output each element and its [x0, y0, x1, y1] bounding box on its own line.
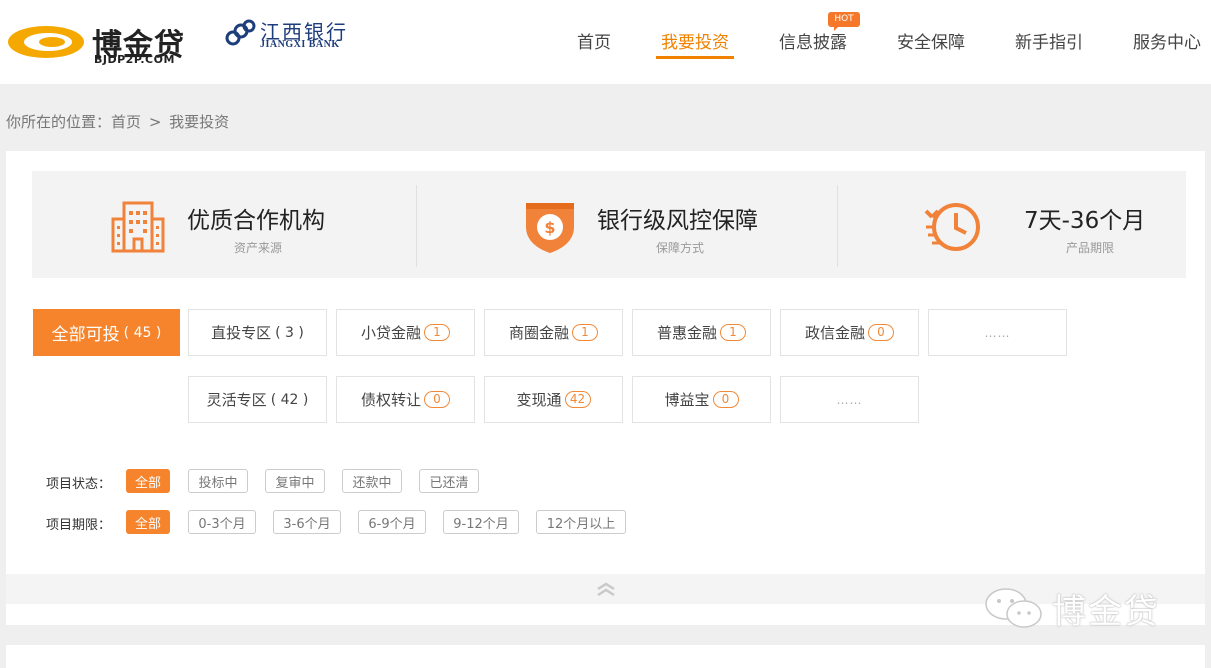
- tab-placeholder-dots: ……: [836, 392, 863, 407]
- period-filter-label: 项目期限：: [46, 518, 112, 533]
- nav-invest[interactable]: 我要投资: [661, 28, 729, 53]
- tab-cash-out[interactable]: 变现通 42: [484, 376, 623, 423]
- tab-microloan[interactable]: 小贷金融 1: [336, 309, 475, 356]
- double-chevron-up-icon: [596, 582, 615, 597]
- tab-boyibao[interactable]: 博益宝 0: [632, 376, 771, 423]
- nav-active-underline: [656, 56, 734, 59]
- period-filter-all[interactable]: 全部: [126, 510, 170, 534]
- tab-count-badge: 0: [424, 391, 450, 408]
- tab-label: 直投专区: [211, 324, 272, 342]
- feature-subtitle: 保障方式: [656, 241, 705, 255]
- site-header: 博金贷 BJDP2P.COM 江西银行 JIANGXI BANK 首页 我要投资…: [0, 0, 1211, 84]
- tab-label: 变现通: [516, 391, 562, 409]
- tab-inclusive-finance[interactable]: 普惠金融 1: [632, 309, 771, 356]
- tab-all-available[interactable]: 全部可投 ( 45 ): [33, 309, 180, 356]
- tab-count-badge: 42: [564, 391, 591, 408]
- tab-label: 债权转让: [360, 391, 421, 409]
- tab-government-finance[interactable]: 政信金融 0: [780, 309, 919, 356]
- feature-subtitle: 资产来源: [234, 241, 283, 255]
- main-nav: 首页 我要投资 信息披露 安全保障 新手指引 服务中心: [0, 28, 1211, 58]
- clock-icon: [924, 203, 980, 251]
- wechat-icon: [985, 588, 1042, 628]
- feature-risk-control: $ 银行级风控保障 保障方式: [417, 171, 837, 278]
- tab-count-badge: 1: [424, 324, 450, 341]
- status-filter-all[interactable]: 全部: [126, 469, 170, 493]
- nav-disclosure[interactable]: 信息披露: [779, 28, 847, 53]
- hot-badge: HOT: [828, 12, 860, 31]
- period-filter-0-3[interactable]: 0-3个月: [188, 510, 256, 534]
- features-strip: 优质合作机构 资产来源 $ 银行级风控保障 保障方式 7天-36个月 产品期限: [32, 171, 1186, 278]
- status-filter-review[interactable]: 复审中: [265, 469, 325, 493]
- tab-placeholder-dots: ……: [984, 325, 1011, 340]
- tab-label: 政信金融: [804, 324, 865, 342]
- tab-label: 全部可投: [51, 325, 120, 345]
- tab-count-badge: 1: [720, 324, 746, 341]
- svg-text:$: $: [544, 218, 555, 237]
- tab-more-placeholder[interactable]: ……: [780, 376, 919, 423]
- breadcrumb-home[interactable]: 首页: [111, 113, 141, 131]
- status-filter-label: 项目状态：: [46, 477, 112, 492]
- tab-label: 博益宝: [664, 391, 710, 409]
- tab-count-badge: 0: [868, 324, 894, 341]
- breadcrumb-current: 我要投资: [169, 113, 230, 131]
- tab-flexible-zone[interactable]: 灵活专区 ( 42 ): [188, 376, 327, 423]
- nav-home[interactable]: 首页: [577, 28, 611, 53]
- feature-title: 7天-36个月: [1024, 208, 1146, 234]
- tab-label: 普惠金融: [656, 324, 717, 342]
- tab-direct-zone[interactable]: 直投专区 ( 3 ): [188, 309, 327, 356]
- period-filter-12plus[interactable]: 12个月以上: [536, 510, 626, 534]
- feature-subtitle: 产品期限: [1066, 241, 1115, 255]
- tab-label: 商圈金融: [508, 324, 569, 342]
- tab-count: ( 3 ): [275, 324, 304, 341]
- breadcrumb: 你所在的位置：首页 > 我要投资: [6, 111, 229, 132]
- wechat-watermark: 博金贷: [982, 582, 1182, 632]
- feature-term: 7天-36个月 产品期限: [838, 171, 1186, 278]
- feature-title: 优质合作机构: [187, 208, 325, 234]
- status-filter-bidding[interactable]: 投标中: [188, 469, 248, 493]
- tab-count: ( 45 ): [123, 324, 162, 341]
- tab-label: 灵活专区: [206, 391, 267, 409]
- building-icon: [111, 201, 165, 253]
- status-filter-repaid[interactable]: 已还清: [419, 469, 479, 493]
- product-list-panel: [6, 645, 1205, 668]
- breadcrumb-prefix: 你所在的位置：: [6, 113, 112, 131]
- nav-security[interactable]: 安全保障: [897, 28, 965, 53]
- tab-debt-transfer[interactable]: 债权转让 0: [336, 376, 475, 423]
- tab-count-badge: 1: [572, 324, 598, 341]
- tab-count-badge: 0: [712, 391, 739, 408]
- feature-title: 银行级风控保障: [597, 208, 758, 234]
- invest-panel: 优质合作机构 资产来源 $ 银行级风控保障 保障方式 7天-36个月 产品期限 …: [6, 151, 1205, 625]
- watermark-text: 博金贷: [1052, 592, 1160, 632]
- breadcrumb-separator: >: [148, 113, 162, 131]
- nav-service[interactable]: 服务中心: [1133, 28, 1201, 53]
- nav-guide[interactable]: 新手指引: [1015, 28, 1083, 53]
- tab-label: 小贷金融: [360, 324, 421, 342]
- tab-count: ( 42 ): [270, 391, 309, 408]
- period-filter-3-6[interactable]: 3-6个月: [273, 510, 341, 534]
- period-filter-9-12[interactable]: 9-12个月: [443, 510, 519, 534]
- shield-icon: $: [526, 203, 574, 253]
- tab-business-district[interactable]: 商圈金融 1: [484, 309, 623, 356]
- feature-partner: 优质合作机构 资产来源: [32, 171, 416, 278]
- tab-more-placeholder[interactable]: ……: [928, 309, 1067, 356]
- period-filter-6-9[interactable]: 6-9个月: [358, 510, 426, 534]
- status-filter-repaying[interactable]: 还款中: [342, 469, 402, 493]
